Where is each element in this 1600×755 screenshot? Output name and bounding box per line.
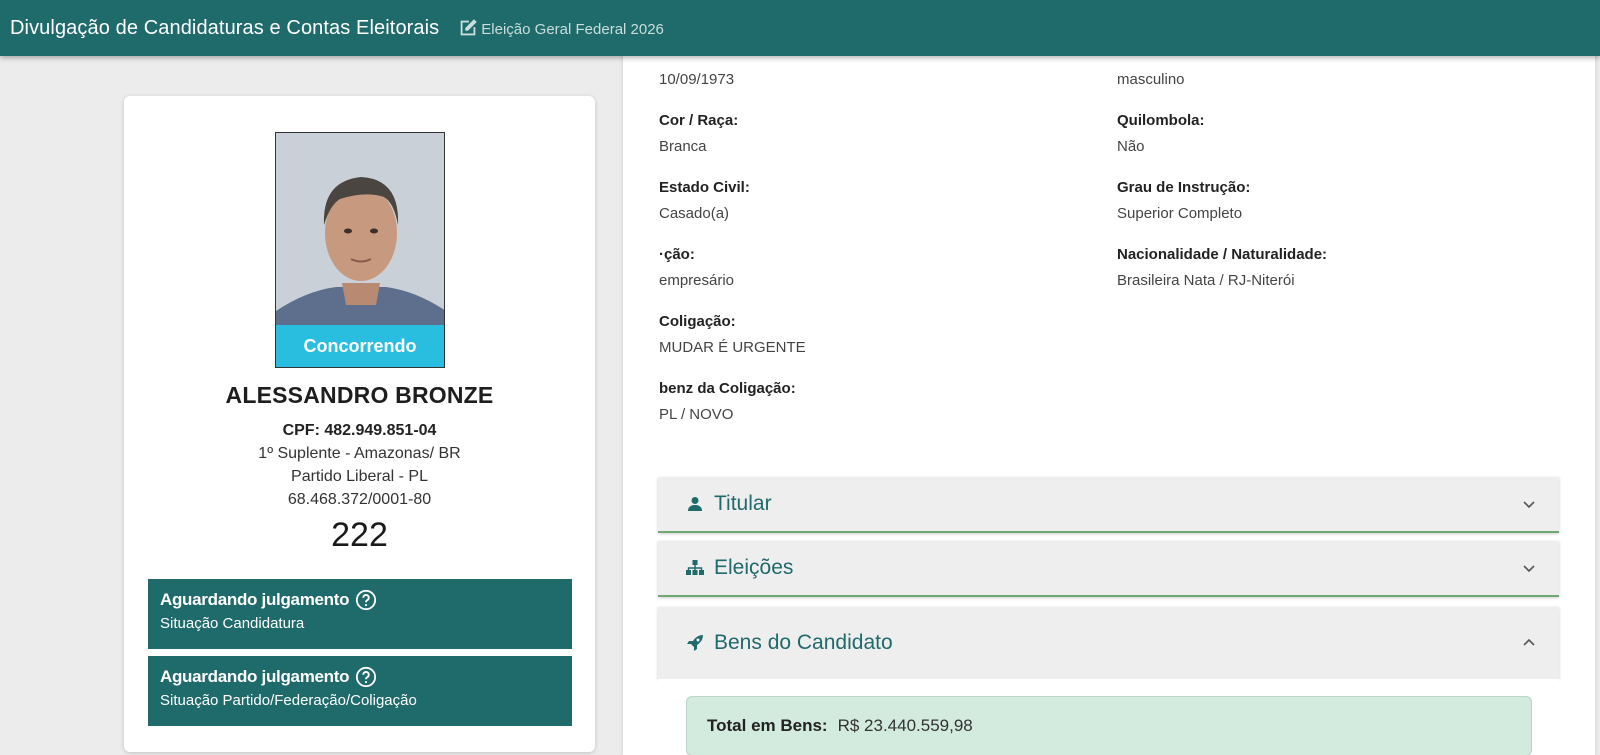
quilombola-value: Não xyxy=(1117,138,1145,155)
accordion-titular-label: Titular xyxy=(714,492,772,515)
nationality-label: Nacionalidade / Naturalidade: xyxy=(1117,246,1328,263)
field-gender: masculino xyxy=(1117,71,1185,88)
coalition-label: Coligação: xyxy=(659,313,736,330)
total-assets-label: Total em Bens: xyxy=(707,716,828,735)
field-race: Cor / Raça: Branca xyxy=(659,112,738,155)
nationality-value: Brasileira Nata / RJ-Niterói xyxy=(1117,272,1295,289)
total-assets-box: Total em Bens: R$ 23.440.559,98 xyxy=(686,696,1532,755)
party-situation-subtitle: Situação Partido/Federação/Coligação xyxy=(160,692,417,709)
accordion-eleicoes[interactable]: Eleições xyxy=(658,541,1559,597)
education-label: Grau de Instrução: xyxy=(1117,179,1251,196)
rocket-icon xyxy=(686,634,704,652)
party-situation-title: Aguardando julgamento xyxy=(160,667,350,686)
field-occupation: ·ção: empresário xyxy=(659,246,734,289)
candidate-number: 222 xyxy=(331,516,388,554)
candidate-name: ALESSANDRO BRONZE xyxy=(225,382,494,408)
help-circle-icon[interactable] xyxy=(355,589,377,611)
field-coalition-parties: benz da Coligação: PL / NOVO xyxy=(659,380,796,423)
details-panel: 10/09/1973 masculino Cor / Raça: Branca … xyxy=(623,40,1595,755)
app-title[interactable]: Divulgação de Candidaturas e Contas Elei… xyxy=(10,17,439,40)
accordion-titular[interactable]: Titular xyxy=(658,477,1559,533)
marital-status-value: Casado(a) xyxy=(659,205,730,222)
race-label: Cor / Raça: xyxy=(659,112,739,129)
accordion-bens-label: Bens do Candidato xyxy=(714,631,893,654)
coalition-parties-value: PL / NOVO xyxy=(659,406,734,423)
birth-date-value: 10/09/1973 xyxy=(659,71,735,88)
election-name[interactable]: Eleição Geral Federal 2026 xyxy=(481,21,664,38)
coalition-value: MUDAR É URGENTE xyxy=(659,339,806,356)
race-value: Branca xyxy=(659,138,707,155)
candidate-party: Partido Liberal - PL xyxy=(291,468,428,485)
sitemap-icon xyxy=(686,559,704,577)
chevron-down-icon[interactable] xyxy=(1521,496,1537,512)
field-marital-status: Estado Civil: Casado(a) xyxy=(659,179,750,222)
candidacy-situation-subtitle: Situação Candidatura xyxy=(160,615,305,632)
chevron-down-icon[interactable] xyxy=(1521,560,1537,576)
accordion-bens[interactable]: Bens do Candidato xyxy=(658,607,1559,679)
party-situation-box: Aguardando julgamento Situação Partido/F… xyxy=(148,656,572,726)
candidacy-situation-box: Aguardando julgamento Situação Candidatu… xyxy=(148,579,572,649)
field-coalition: Coligação: MUDAR É URGENTE xyxy=(659,313,806,356)
candidate-cpf: CPF: 482.949.851-04 xyxy=(282,422,437,439)
field-quilombola: Quilombola: Não xyxy=(1117,112,1205,155)
field-education: Grau de Instrução: Superior Completo xyxy=(1117,179,1250,222)
user-icon xyxy=(686,495,704,513)
candidacy-status-badge: Concorrendo xyxy=(276,325,444,367)
coalition-parties-label: benz da Coligação: xyxy=(659,380,796,397)
candidate-cnpj: 68.468.372/0001-80 xyxy=(287,491,432,508)
edit-icon[interactable] xyxy=(457,17,479,39)
field-birth-date: 10/09/1973 xyxy=(659,71,734,88)
quilombola-label: Quilombola: xyxy=(1117,112,1205,129)
chevron-up-icon[interactable] xyxy=(1521,635,1537,651)
candidacy-situation-title: Aguardando julgamento xyxy=(160,590,350,609)
field-nationality: Nacionalidade / Naturalidade: Brasileira… xyxy=(1117,246,1327,289)
occupation-value: empresário xyxy=(659,272,735,289)
accordion-eleicoes-label: Eleições xyxy=(714,556,794,579)
occupation-label: ·ção: xyxy=(659,246,695,263)
candidate-cargo: 1º Suplente - Amazonas/ BR xyxy=(258,445,461,462)
education-value: Superior Completo xyxy=(1117,205,1243,222)
total-assets-value: R$ 23.440.559,98 xyxy=(837,716,973,735)
marital-status-label: Estado Civil: xyxy=(659,179,750,196)
help-circle-icon[interactable] xyxy=(355,666,377,688)
gender-value: masculino xyxy=(1117,71,1185,88)
candidate-card: Concorrendo ALESSANDRO BRONZE CPF: 482.9… xyxy=(124,96,595,752)
top-bar: Divulgação de Candidaturas e Contas Elei… xyxy=(0,0,1600,56)
candidate-photo: Concorrendo xyxy=(275,132,445,368)
